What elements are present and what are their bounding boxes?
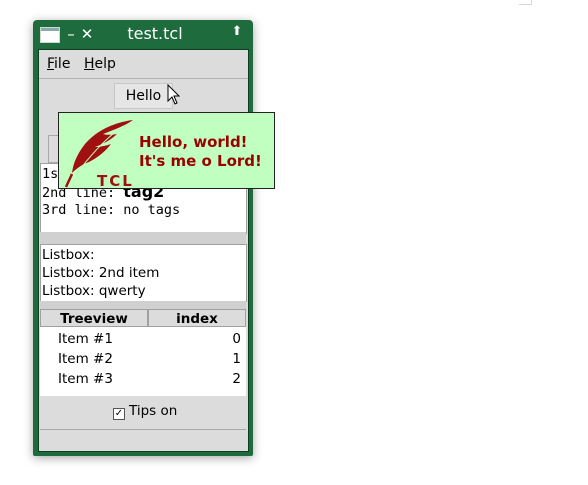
text-horizontal-scrollbar[interactable] (40, 232, 246, 244)
treeview-cell-index: 2 (232, 371, 241, 387)
treeview-header-name[interactable]: Treeview (40, 309, 148, 327)
menu-bar: File Help (39, 50, 248, 79)
desktop-corner-mark (519, 0, 532, 5)
tips-checkbox-label: Tips on (129, 403, 178, 419)
tooltip-balloon: TCL Hello, world! It's me o Lord! (58, 112, 275, 189)
treeview-cell-index: 1 (232, 351, 241, 367)
listbox-item[interactable]: Listbox: qwerty (42, 282, 146, 300)
tcl-logo-text: TCL (97, 172, 134, 188)
menu-file-mnemonic: F (47, 56, 55, 72)
tooltip-text: Hello, world! It's me o Lord! (139, 133, 262, 171)
tips-checkbox[interactable]: ✓ Tips on (113, 403, 178, 420)
tcl-feather-logo: TCL (64, 120, 134, 188)
menu-file-label: ile (54, 56, 71, 72)
checkbox-checked-icon[interactable]: ✓ (113, 408, 125, 420)
treeview-row[interactable]: Item #1 0 (40, 329, 246, 349)
hello-button[interactable]: Hello (114, 83, 173, 109)
text-line-3: 3rd line: no tags (42, 202, 181, 218)
window-menu-icon[interactable] (40, 27, 60, 43)
treeview-row[interactable]: Item #2 1 (40, 349, 246, 369)
tooltip-line-2: It's me o Lord! (139, 152, 262, 170)
mouse-pointer-icon (167, 84, 181, 105)
status-bar (40, 429, 246, 448)
menu-help-label: elp (94, 56, 116, 72)
treeview-header-index[interactable]: index (148, 309, 246, 327)
app-window: – ✕ test.tcl ⬆ File Help Hello 1st 2nd l… (33, 20, 253, 456)
treeview-row[interactable]: Item #3 2 (40, 369, 246, 389)
menu-file[interactable]: File (47, 55, 70, 73)
minimize-icon[interactable]: – (64, 24, 78, 44)
shade-up-icon[interactable]: ⬆ (229, 24, 245, 39)
tips-panel: ✓ Tips on (40, 396, 246, 426)
treeview-cell-index: 0 (232, 331, 241, 347)
tooltip-line-1: Hello, world! (139, 133, 248, 151)
listbox-horizontal-scrollbar[interactable] (40, 301, 246, 309)
menu-help[interactable]: Help (84, 55, 116, 73)
listbox[interactable]: Listbox: Listbox: 2nd item Listbox: qwer… (40, 244, 247, 302)
close-icon[interactable]: ✕ (80, 24, 94, 44)
window-title: test.tcl (127, 24, 183, 43)
treeview-cell-name: Item #3 (58, 371, 113, 387)
window-client-area: File Help Hello 1st 2nd line: tag2 3rd l… (38, 49, 249, 452)
listbox-item[interactable]: Listbox: 2nd item (42, 264, 159, 282)
listbox-item[interactable]: Listbox: (42, 246, 95, 264)
menu-help-mnemonic: H (84, 56, 95, 72)
treeview-cell-name: Item #2 (58, 351, 113, 367)
treeview-cell-name: Item #1 (58, 331, 113, 347)
title-bar[interactable]: – ✕ test.tcl ⬆ (33, 20, 253, 48)
